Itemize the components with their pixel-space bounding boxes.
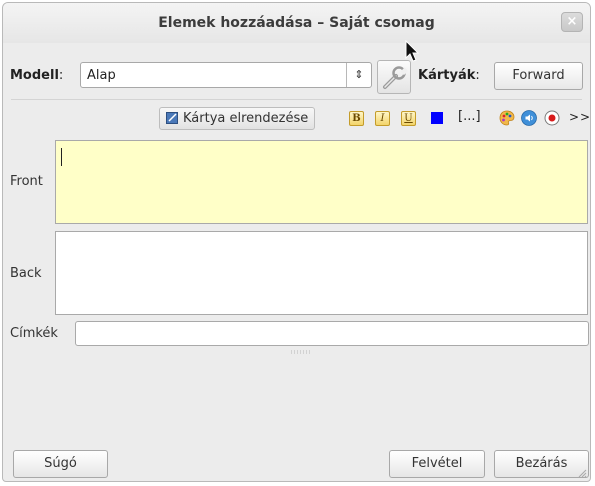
card-layout-button[interactable]: Kártya elrendezése — [159, 107, 316, 130]
help-button[interactable]: Súgó — [13, 450, 108, 478]
window-resize-grip[interactable] — [577, 468, 587, 478]
italic-button[interactable]: I — [375, 111, 390, 126]
close-button[interactable]: Bezárás — [494, 450, 589, 478]
model-label: Modell: — [10, 68, 64, 83]
field-label-back: Back — [10, 266, 42, 281]
tags-label: Címkék — [10, 326, 58, 341]
add-button[interactable]: Felvétel — [389, 450, 485, 478]
add-notes-dialog: Elemek hozzáadása – Saját csomag × Model… — [2, 2, 591, 482]
layout-icon — [166, 112, 178, 124]
cards-label: Kártyák: — [418, 68, 480, 83]
title-bar[interactable]: Elemek hozzáadása – Saját csomag × — [3, 3, 590, 43]
divider — [11, 99, 582, 100]
more-button[interactable]: >> — [569, 110, 590, 124]
pane-resize-grip[interactable] — [290, 350, 312, 354]
wrench-icon — [383, 66, 409, 89]
editor-toolbar: Kártya elrendezése B I U [...] >> — [3, 107, 590, 131]
model-select-value: Alap — [87, 68, 116, 83]
text-caret — [61, 148, 62, 166]
palette-icon[interactable] — [499, 110, 515, 126]
tags-input[interactable] — [75, 321, 589, 346]
window-title: Elemek hozzáadása – Saját csomag — [158, 15, 435, 31]
close-icon: × — [566, 14, 578, 29]
mouse-pointer-icon — [405, 40, 420, 62]
model-deck-row: Modell: Alap ⇕ Kártyák: Forward — [3, 60, 590, 94]
card-type-button[interactable]: Forward — [494, 62, 583, 90]
record-icon[interactable] — [544, 110, 560, 126]
field-label-front: Front — [10, 174, 43, 189]
cloze-button[interactable]: [...] — [458, 109, 481, 124]
bold-button[interactable]: B — [349, 111, 364, 126]
window-close-button[interactable]: × — [561, 12, 583, 32]
audio-icon[interactable] — [521, 110, 537, 126]
back-field[interactable] — [55, 231, 588, 315]
model-select[interactable]: Alap ⇕ — [80, 62, 372, 88]
underline-button[interactable]: U — [401, 111, 416, 126]
card-layout-label: Kártya elrendezése — [183, 111, 309, 126]
text-color-button[interactable] — [431, 112, 443, 124]
updown-arrows-icon: ⇕ — [346, 63, 371, 87]
manage-models-button[interactable] — [377, 60, 411, 94]
front-field[interactable] — [55, 140, 588, 224]
